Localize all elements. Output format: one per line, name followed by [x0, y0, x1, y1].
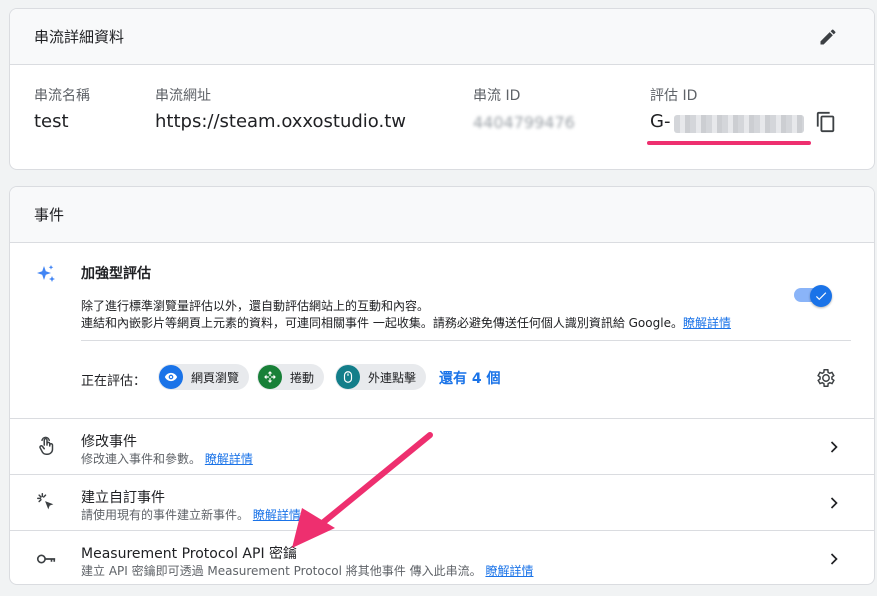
enhanced-learn-more-link[interactable]: 瞭解詳情 [683, 316, 731, 330]
create-custom-events-row[interactable]: 建立自訂事件 請使用現有的事件建立新事件。 瞭解詳情 [10, 474, 874, 530]
stream-details-header: 串流詳細資料 [10, 9, 874, 65]
stream-url-value: https://steam.oxxostudio.tw [155, 111, 407, 132]
chip-outbound-click-label: 外連點擊 [368, 370, 417, 385]
measurement-protocol-learn-more-link[interactable]: 瞭解詳情 [485, 564, 533, 578]
measurement-protocol-row[interactable]: Measurement Protocol API 密鑰 建立 API 密鑰即可透… [10, 530, 874, 584]
enhanced-desc-2: 連結和內嵌影片等網頁上元素的資料，可連同相關事件 一起收集。請務必避免傳送任何個… [81, 314, 731, 331]
measurement-protocol-title: Measurement Protocol API 密鑰 [81, 546, 298, 562]
edit-pencil-icon[interactable] [814, 23, 842, 51]
stream-id-value: 4404799476 [473, 113, 575, 132]
key-icon [34, 548, 58, 574]
create-custom-events-learn-more-link[interactable]: 瞭解詳情 [253, 508, 301, 522]
modify-events-desc: 修改連入事件和參數。 瞭解詳情 [81, 450, 253, 467]
measurement-id-prefix: G- [650, 111, 671, 132]
modify-events-learn-more-link[interactable]: 瞭解詳情 [205, 452, 253, 466]
stream-id-label: 串流 ID [473, 88, 521, 104]
create-custom-events-desc: 請使用現有的事件建立新事件。 瞭解詳情 [81, 506, 301, 523]
chevron-right-icon [830, 497, 838, 509]
enhanced-desc-1: 除了進行標準瀏覽量評估以外，還自動評估網站上的互動和內容。 [81, 299, 430, 313]
mouse-icon [336, 365, 360, 389]
modify-events-title: 修改事件 [81, 434, 137, 450]
stream-details-title: 串流詳細資料 [34, 28, 125, 46]
modify-events-desc-text: 修改連入事件和參數。 [81, 452, 202, 466]
gear-icon[interactable] [812, 364, 840, 392]
sparkle-icon [34, 263, 58, 291]
create-custom-events-desc-text: 請使用現有的事件建立新事件。 [81, 508, 250, 522]
measurement-id-label: 評估 ID [650, 88, 698, 104]
stream-name-value: test [34, 111, 69, 132]
copy-icon[interactable] [812, 108, 840, 136]
chip-outbound-click[interactable]: 外連點擊 [335, 364, 427, 390]
create-custom-events-title: 建立自訂事件 [81, 490, 165, 506]
enhanced-divider [81, 340, 851, 341]
annotation-underline [647, 141, 811, 145]
stream-name-label: 串流名稱 [34, 88, 90, 104]
enhanced-toggle-check-icon[interactable] [810, 285, 832, 307]
chip-page-view[interactable]: 網頁瀏覽 [158, 364, 250, 390]
stream-details-card: 串流詳細資料 串流名稱 test 串流網址 https://steam.oxxo… [9, 8, 875, 170]
measurement-protocol-desc-text: 建立 API 密鑰即可透過 Measurement Protocol 將其他事件… [81, 564, 482, 578]
measuring-label: 正在評估： [81, 374, 147, 389]
chevron-right-icon [830, 441, 838, 453]
enhanced-title: 加強型評估 [81, 266, 151, 282]
measurement-id-redacted [674, 115, 804, 133]
click-sparkle-icon [35, 491, 57, 517]
chip-scroll[interactable]: 捲動 [257, 364, 325, 390]
measurement-protocol-desc: 建立 API 密鑰即可透過 Measurement Protocol 將其他事件… [81, 562, 533, 579]
enhanced-desc-2-text: 連結和內嵌影片等網頁上元素的資料，可連同相關事件 一起收集。請務必避免傳送任何個… [81, 316, 683, 330]
chip-page-view-label: 網頁瀏覽 [191, 370, 240, 385]
more-events-link[interactable]: 還有 4 個 [439, 368, 501, 388]
stream-url-label: 串流網址 [155, 88, 211, 104]
events-title: 事件 [34, 206, 65, 224]
events-header: 事件 [10, 187, 874, 243]
chip-scroll-label: 捲動 [290, 370, 315, 385]
touch-hand-icon [36, 435, 58, 461]
eye-icon [159, 365, 183, 389]
modify-events-row[interactable]: 修改事件 修改連入事件和參數。 瞭解詳情 [10, 418, 874, 474]
chevron-right-icon [830, 553, 838, 565]
scroll-arrows-icon [258, 365, 282, 389]
events-card: 事件 加強型評估 除了進行標準瀏覽量評估以外，還自動評估網站上的互動和內容。 連… [9, 186, 875, 585]
